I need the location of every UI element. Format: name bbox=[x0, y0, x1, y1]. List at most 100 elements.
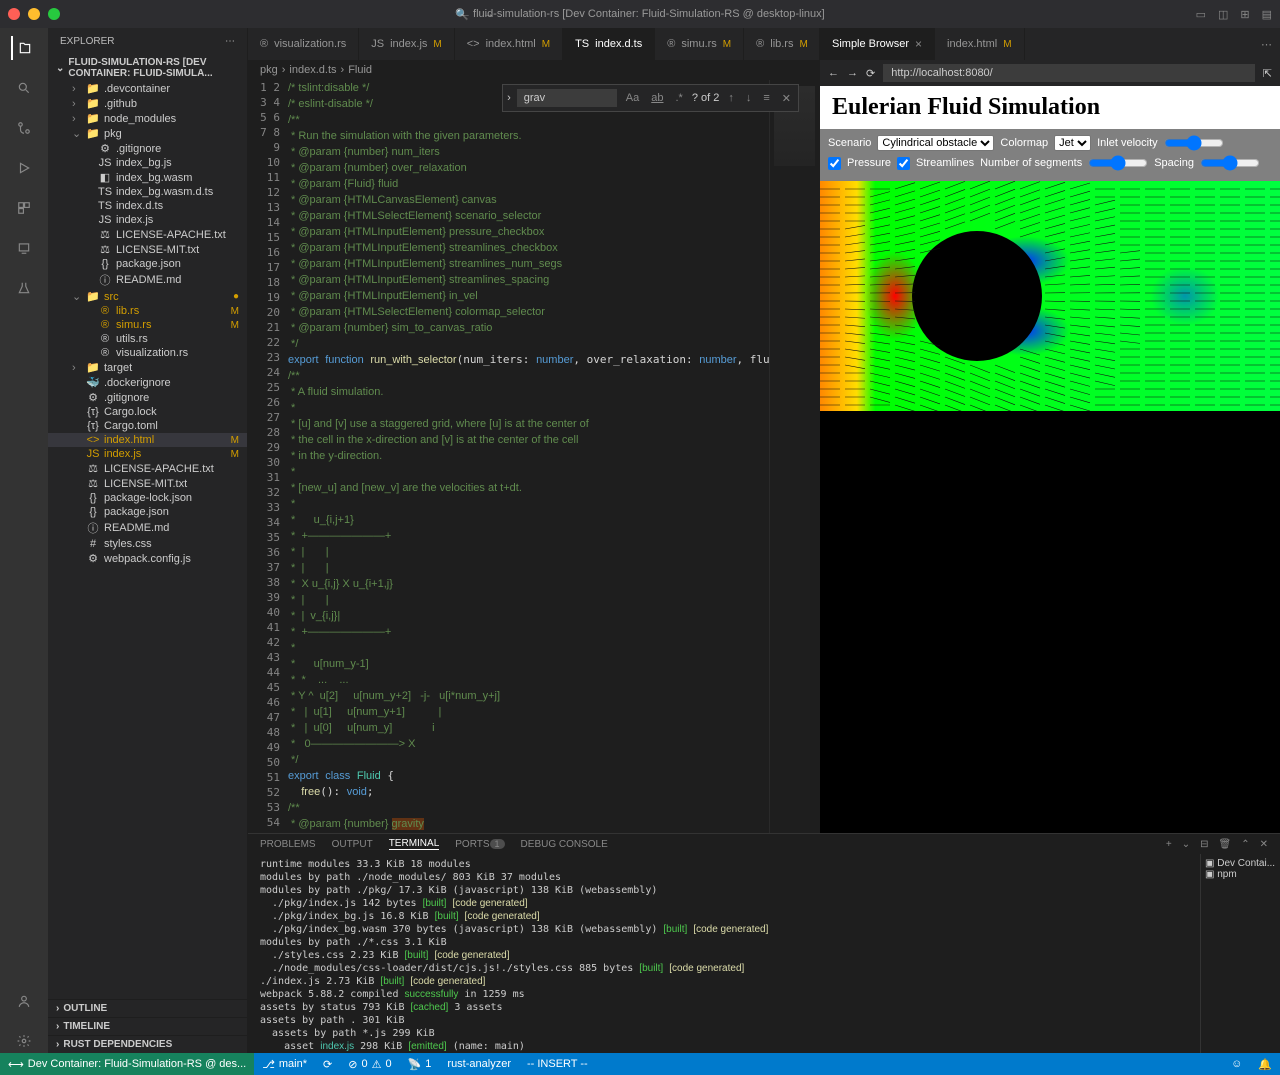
search-view-icon[interactable] bbox=[12, 76, 36, 100]
tab-index.js[interactable]: JSindex.jsM bbox=[359, 28, 454, 60]
tree-item-index.js[interactable]: JSindex.jsM bbox=[48, 447, 247, 461]
tree-item-.gitignore[interactable]: ⚙.gitignore bbox=[48, 141, 247, 156]
maximize-window[interactable] bbox=[48, 8, 60, 20]
colormap-select[interactable]: Jet bbox=[1054, 135, 1091, 151]
terminal-tab-ports[interactable]: PORTS1 bbox=[455, 839, 504, 850]
tree-item-.github[interactable]: ›📁.github bbox=[48, 96, 247, 111]
find-prev-icon[interactable]: ↑ bbox=[725, 92, 737, 104]
tab-lib.rs[interactable]: ®lib.rsM bbox=[744, 28, 819, 60]
tree-item-package.json[interactable]: {}package.json bbox=[48, 505, 247, 519]
tab-index.d.ts[interactable]: TSindex.d.ts bbox=[563, 28, 655, 60]
inlet-velocity-slider[interactable] bbox=[1164, 135, 1224, 151]
browser-tab-Simple Browser[interactable]: Simple Browser× bbox=[820, 28, 935, 60]
more-icon[interactable]: ⋯ bbox=[1261, 38, 1272, 51]
terminal-tab-problems[interactable]: PROBLEMS bbox=[260, 839, 316, 850]
settings-icon[interactable] bbox=[12, 1029, 36, 1053]
tree-item-Cargo.lock[interactable]: {τ}Cargo.lock bbox=[48, 405, 247, 419]
tree-item-visualization.rs[interactable]: ®visualization.rs bbox=[48, 346, 247, 360]
browser-back-icon[interactable]: ← bbox=[828, 67, 839, 79]
section-timeline[interactable]: › TIMELINE bbox=[48, 1017, 247, 1035]
tree-item-index_bg.js[interactable]: JSindex_bg.js bbox=[48, 156, 247, 170]
tree-item-simu.rs[interactable]: ®simu.rsM bbox=[48, 318, 247, 332]
tree-item-index.d.ts[interactable]: TSindex.d.ts bbox=[48, 199, 247, 213]
simulation-canvas[interactable] bbox=[820, 181, 1280, 411]
tree-item-Cargo.toml[interactable]: {τ}Cargo.toml bbox=[48, 419, 247, 433]
account-icon[interactable] bbox=[12, 989, 36, 1013]
tree-item-.devcontainer[interactable]: ›📁.devcontainer bbox=[48, 81, 247, 96]
git-branch[interactable]: ⎇ main* bbox=[254, 1058, 315, 1071]
code-editor[interactable]: /* tslint:disable */ /* eslint-disable *… bbox=[288, 80, 769, 833]
language-status[interactable]: rust-analyzer bbox=[439, 1058, 519, 1070]
close-window[interactable] bbox=[8, 8, 20, 20]
find-input[interactable] bbox=[517, 89, 617, 107]
pressure-checkbox[interactable] bbox=[828, 157, 841, 170]
terminal-tab-terminal[interactable]: TERMINAL bbox=[389, 838, 440, 850]
ports-status[interactable]: 📡1 bbox=[400, 1058, 440, 1071]
tree-item-README.md[interactable]: ⓘREADME.md bbox=[48, 519, 247, 537]
minimap[interactable] bbox=[769, 80, 819, 833]
tree-item-index_bg.wasm[interactable]: ◧index_bg.wasm bbox=[48, 170, 247, 185]
window-title[interactable]: 🔍 fluid-simulation-rs [Dev Container: Fl… bbox=[455, 8, 824, 21]
spacing-slider[interactable] bbox=[1200, 155, 1260, 171]
tree-item-utils.rs[interactable]: ®utils.rs bbox=[48, 332, 247, 346]
match-word-icon[interactable]: ab bbox=[648, 92, 666, 104]
browser-forward-icon[interactable]: → bbox=[847, 67, 858, 79]
notifications-icon[interactable]: 🔔 bbox=[1250, 1058, 1280, 1071]
terminal-instance[interactable]: ▣ Dev Contai... bbox=[1205, 858, 1276, 869]
browser-tab-index.html[interactable]: index.htmlM bbox=[935, 28, 1024, 60]
tab-visualization.rs[interactable]: ®visualization.rs bbox=[248, 28, 359, 60]
terminal-dropdown-icon[interactable]: ⌄ bbox=[1182, 839, 1190, 850]
layout-customize-icon[interactable]: ▤ bbox=[1262, 8, 1272, 21]
section-rust dependencies[interactable]: › RUST DEPENDENCIES bbox=[48, 1035, 247, 1053]
tree-item-package-lock.json[interactable]: {}package-lock.json bbox=[48, 491, 247, 505]
extensions-icon[interactable] bbox=[12, 196, 36, 220]
terminal-instance[interactable]: ▣ npm bbox=[1205, 869, 1276, 880]
terminal-tab-output[interactable]: OUTPUT bbox=[332, 839, 373, 850]
tree-item-index.html[interactable]: <>index.htmlM bbox=[48, 433, 247, 447]
layout-sidebar-icon[interactable]: ◫ bbox=[1218, 8, 1228, 21]
url-input[interactable] bbox=[883, 64, 1255, 82]
tree-item-index.js[interactable]: JSindex.js bbox=[48, 213, 247, 227]
breadcrumb[interactable]: pkg › index.d.ts › Fluid bbox=[248, 60, 819, 80]
tree-item-LICENSE-MIT.txt[interactable]: ⚖LICENSE-MIT.txt bbox=[48, 476, 247, 491]
regex-icon[interactable]: .* bbox=[672, 92, 685, 104]
tree-item-src[interactable]: ⌄📁src● bbox=[48, 289, 247, 304]
find-next-icon[interactable]: ↓ bbox=[743, 92, 755, 104]
streamlines-checkbox[interactable] bbox=[897, 157, 910, 170]
explorer-icon[interactable] bbox=[11, 36, 35, 60]
scenario-select[interactable]: Cylindrical obstacle bbox=[877, 135, 994, 151]
new-terminal-icon[interactable]: + bbox=[1166, 839, 1172, 850]
source-control-icon[interactable] bbox=[12, 116, 36, 140]
find-selection-icon[interactable]: ≡ bbox=[760, 92, 772, 104]
maximize-panel-icon[interactable]: ⌃ bbox=[1241, 839, 1249, 850]
kill-terminal-icon[interactable]: 🗑 bbox=[1219, 839, 1232, 850]
tree-item-target[interactable]: ›📁target bbox=[48, 360, 247, 375]
tree-item-.gitignore[interactable]: ⚙.gitignore bbox=[48, 390, 247, 405]
section-outline[interactable]: › OUTLINE bbox=[48, 999, 247, 1017]
terminal-tab-debug console[interactable]: DEBUG CONSOLE bbox=[521, 839, 608, 850]
tree-item-.dockerignore[interactable]: 🐳.dockerignore bbox=[48, 375, 247, 390]
tree-item-LICENSE-MIT.txt[interactable]: ⚖LICENSE-MIT.txt bbox=[48, 242, 247, 257]
split-terminal-icon[interactable]: ⊟ bbox=[1200, 839, 1208, 850]
tab-simu.rs[interactable]: ®simu.rsM bbox=[655, 28, 744, 60]
minimize-window[interactable] bbox=[28, 8, 40, 20]
tree-item-pkg[interactable]: ⌄📁pkg bbox=[48, 126, 247, 141]
tree-item-package.json[interactable]: {}package.json bbox=[48, 257, 247, 271]
tree-item-LICENSE-APACHE.txt[interactable]: ⚖LICENSE-APACHE.txt bbox=[48, 227, 247, 242]
layout-panel-icon[interactable]: ▭ bbox=[1196, 8, 1206, 21]
tree-item-README.md[interactable]: ⓘREADME.md bbox=[48, 271, 247, 289]
numseg-slider[interactable] bbox=[1088, 155, 1148, 171]
debug-icon[interactable] bbox=[12, 156, 36, 180]
tree-item-index_bg.wasm.d.ts[interactable]: TSindex_bg.wasm.d.ts bbox=[48, 185, 247, 199]
layout-split-icon[interactable]: ⊞ bbox=[1240, 8, 1249, 21]
close-icon[interactable]: ✕ bbox=[779, 92, 794, 105]
project-header[interactable]: ⌄FLUID-SIMULATION-RS [DEV CONTAINER: FLU… bbox=[48, 55, 247, 81]
open-external-icon[interactable]: ⇱ bbox=[1263, 67, 1272, 80]
feedback-icon[interactable]: ☺ bbox=[1223, 1058, 1250, 1071]
tree-item-lib.rs[interactable]: ®lib.rsM bbox=[48, 304, 247, 318]
problems-status[interactable]: ⊘0 ⚠0 bbox=[340, 1058, 399, 1071]
tree-item-node_modules[interactable]: ›📁node_modules bbox=[48, 111, 247, 126]
tree-item-styles.css[interactable]: #styles.css bbox=[48, 537, 247, 551]
remote-indicator[interactable]: ⟷ Dev Container: Fluid-Simulation-RS @ d… bbox=[0, 1053, 254, 1075]
sidebar-more-icon[interactable]: ⋯ bbox=[225, 36, 235, 47]
